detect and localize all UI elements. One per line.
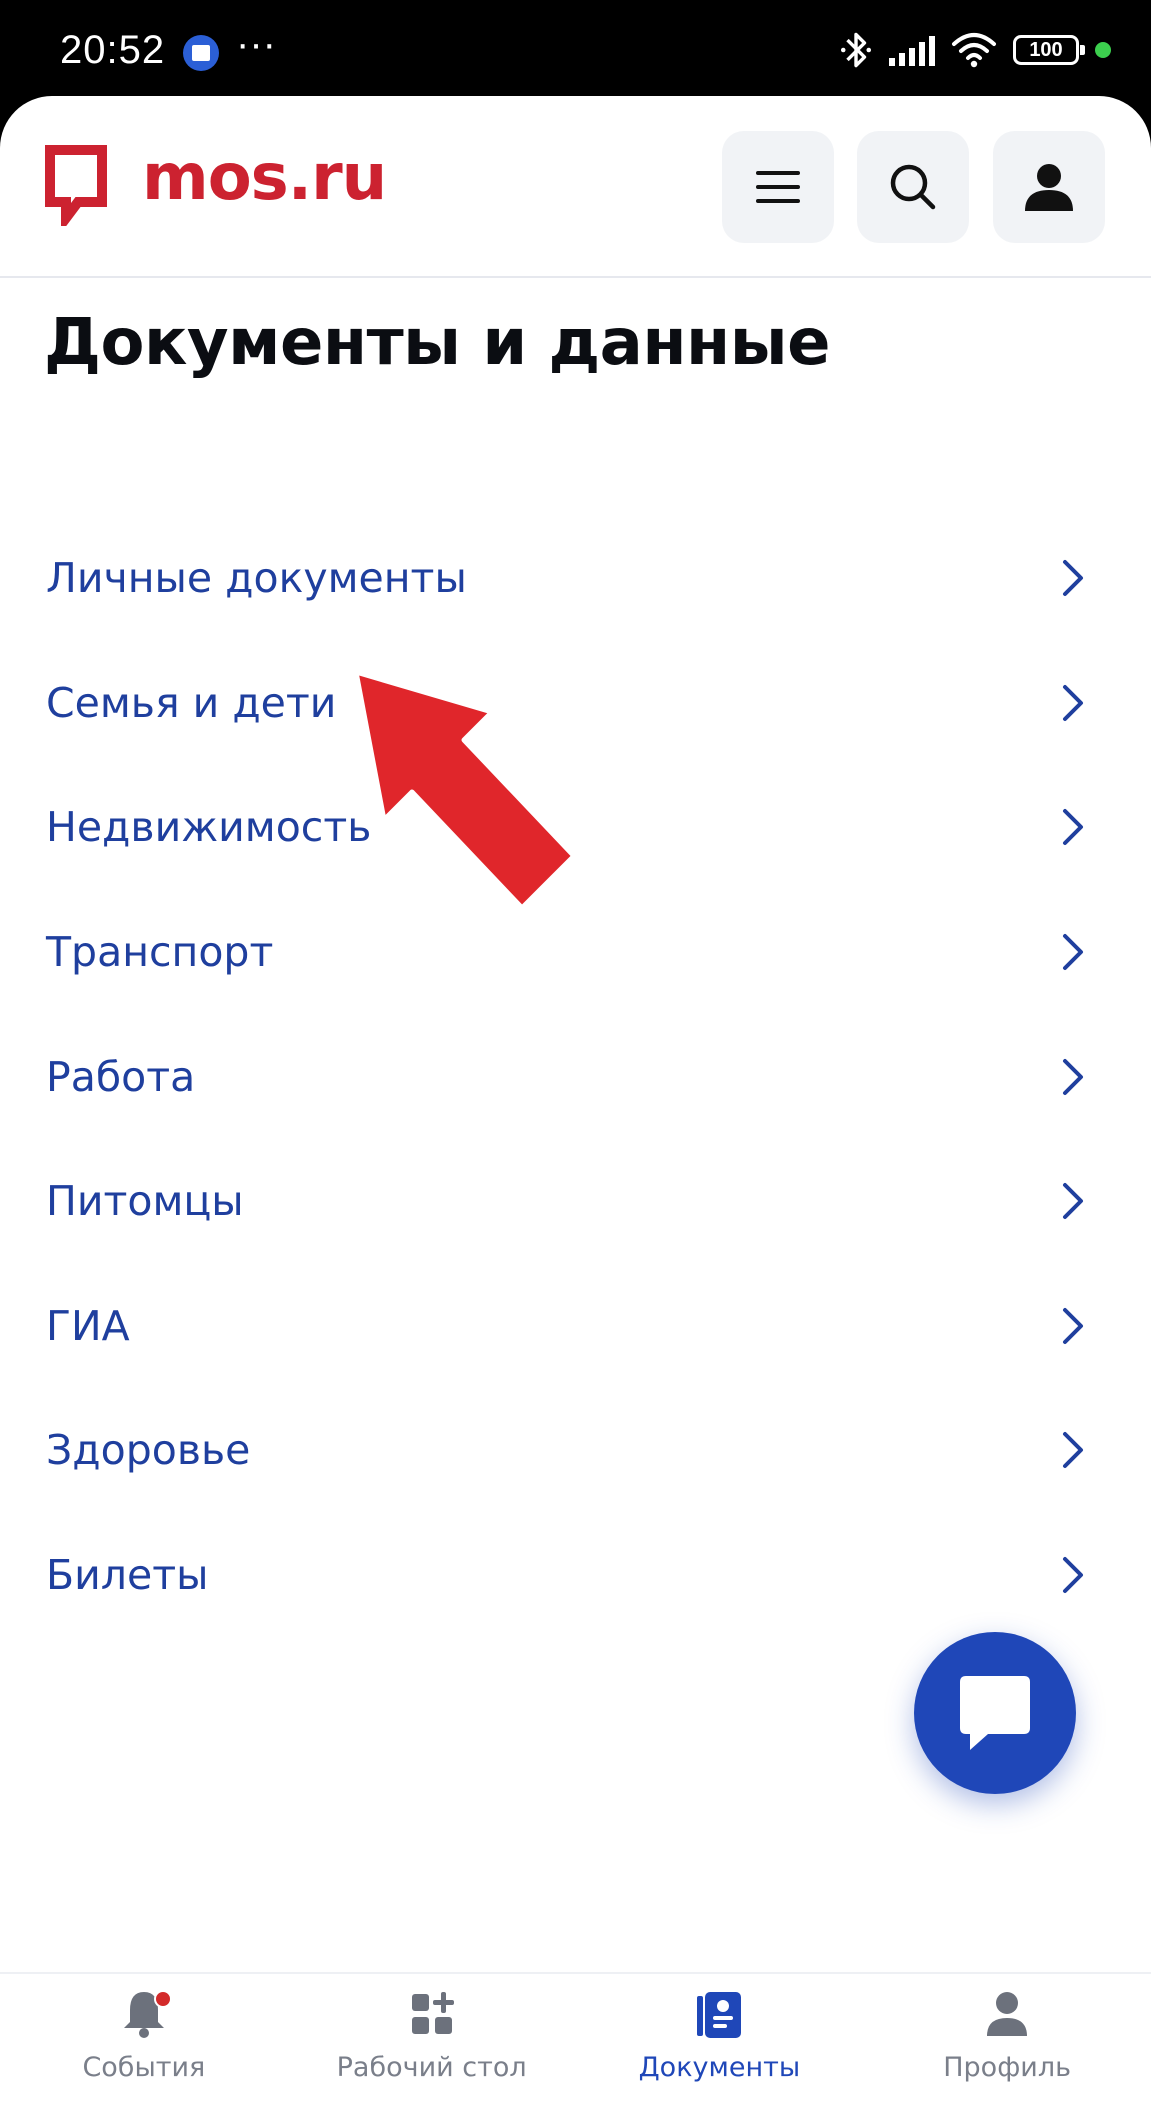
chevron-right-icon bbox=[1063, 1432, 1083, 1469]
tab-label: Рабочий стол bbox=[336, 2052, 527, 2083]
app-header: mos.ru bbox=[0, 96, 1151, 278]
signal-icon bbox=[889, 34, 935, 66]
category-label: Недвижимость bbox=[46, 803, 372, 852]
chat-icon bbox=[960, 1676, 1030, 1750]
dashboard-icon bbox=[411, 1992, 454, 2034]
category-label: Билеты bbox=[46, 1551, 209, 1600]
tab-documents[interactable]: Документы bbox=[576, 1974, 864, 2118]
category-label: ГИА bbox=[46, 1301, 130, 1350]
profile-icon bbox=[987, 1992, 1028, 2036]
category-item-gia[interactable]: ГИА bbox=[0, 1264, 1151, 1389]
bluetooth-icon bbox=[840, 32, 872, 68]
category-label: Работа bbox=[46, 1052, 196, 1101]
more-notifications-icon: ··· bbox=[236, 22, 276, 66]
chevron-right-icon bbox=[1063, 1307, 1083, 1344]
tab-label: Профиль bbox=[943, 2052, 1071, 2083]
search-button[interactable] bbox=[857, 131, 969, 243]
chat-fab-button[interactable] bbox=[914, 1632, 1076, 1794]
status-time: 20:52 bbox=[60, 28, 166, 72]
chevron-right-icon bbox=[1063, 809, 1083, 846]
tab-label: События bbox=[82, 2052, 206, 2083]
status-icons: 100 bbox=[839, 30, 1111, 70]
logo-text: mos.ru bbox=[142, 141, 387, 215]
page-title: Документы и данные bbox=[44, 306, 831, 380]
chevron-right-icon bbox=[1063, 1183, 1083, 1220]
battery-icon: 100 bbox=[1013, 35, 1085, 65]
bottom-tab-bar: События Рабочий стол Документы Профиль bbox=[0, 1972, 1151, 2118]
category-label: Питомцы bbox=[46, 1177, 244, 1226]
category-label: Семья и дети bbox=[46, 678, 337, 727]
documents-icon bbox=[697, 1992, 742, 2038]
category-item-pets[interactable]: Питомцы bbox=[0, 1139, 1151, 1264]
category-item-personal-documents[interactable]: Личные документы bbox=[0, 516, 1151, 641]
status-bar: 20:52 ··· 100 bbox=[0, 0, 1151, 100]
chevron-right-icon bbox=[1063, 1557, 1083, 1594]
category-label: Личные документы bbox=[46, 554, 467, 603]
category-label: Транспорт bbox=[46, 928, 274, 977]
app-screen: mos.ru Документы и данные Личные докумен… bbox=[0, 96, 1151, 2118]
category-item-work[interactable]: Работа bbox=[0, 1014, 1151, 1139]
chevron-right-icon bbox=[1063, 684, 1083, 721]
chevron-right-icon bbox=[1063, 1058, 1083, 1095]
wifi-icon bbox=[952, 33, 996, 68]
mos-ru-logo[interactable]: mos.ru bbox=[44, 141, 387, 226]
menu-icon bbox=[756, 171, 800, 203]
menu-button[interactable] bbox=[722, 131, 834, 243]
chevron-right-icon bbox=[1063, 560, 1083, 597]
category-label: Здоровье bbox=[46, 1426, 251, 1475]
red-pointer-arrow-icon bbox=[353, 669, 577, 911]
tab-profile[interactable]: Профиль bbox=[863, 1974, 1151, 2118]
tab-label: Документы bbox=[638, 2052, 801, 2083]
category-item-tickets[interactable]: Билеты bbox=[0, 1513, 1151, 1638]
search-icon bbox=[890, 164, 936, 210]
user-icon bbox=[1025, 164, 1073, 211]
privacy-indicator-dot bbox=[1095, 42, 1111, 58]
tab-events[interactable]: События bbox=[0, 1974, 288, 2118]
chevron-right-icon bbox=[1063, 934, 1083, 971]
category-item-health[interactable]: Здоровье bbox=[0, 1388, 1151, 1513]
account-button[interactable] bbox=[993, 131, 1105, 243]
notification-badge bbox=[154, 1990, 172, 2008]
app-notification-icon bbox=[183, 35, 219, 71]
mos-ru-logo-mark-icon bbox=[45, 145, 107, 226]
tab-dashboard[interactable]: Рабочий стол bbox=[288, 1974, 576, 2118]
